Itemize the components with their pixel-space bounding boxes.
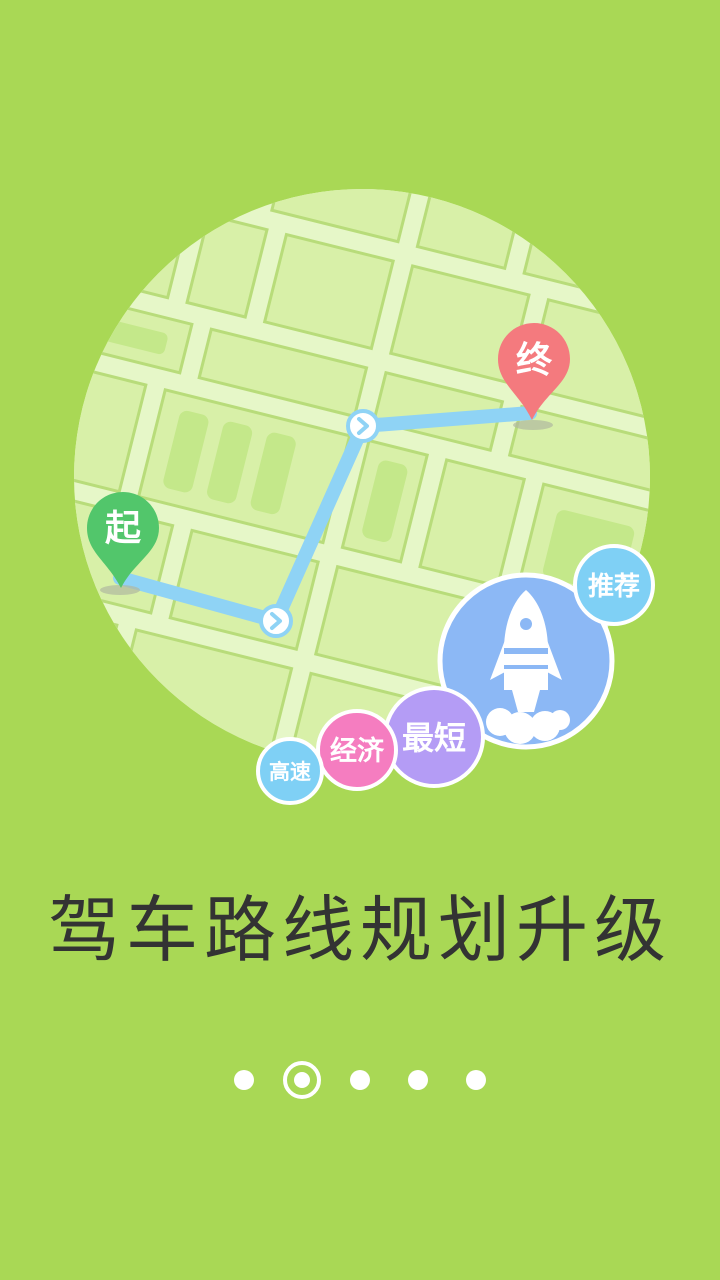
route-option-highway[interactable]: 高速 [256,737,324,805]
page-dot[interactable] [331,1060,389,1100]
route-option-shortest[interactable]: 最短 [383,686,485,788]
end-pin-label: 终 [516,340,553,381]
map-illustration: 起 终 推荐 最短 经济 高速 [74,189,655,805]
page-indicator [0,1060,720,1100]
start-pin-label: 起 [105,508,142,549]
route-option-recommended[interactable]: 推荐 [573,544,655,626]
page-dot[interactable] [389,1060,447,1100]
page-dot[interactable] [447,1060,505,1100]
waypoint-marker [346,409,380,443]
route-option-label: 推荐 [588,572,640,602]
page-title: 驾车路线规划升级 [47,888,672,972]
route-option-label: 经济 [330,735,385,767]
waypoint-marker [259,604,293,638]
page-dot[interactable] [215,1060,273,1100]
route-planning-illustration: 起 终 推荐 最短 经济 高速 [0,0,720,840]
onboarding-screen: 起 终 推荐 最短 经济 高速 驾车路线规划升级 [0,0,720,1280]
route-option-economy[interactable]: 经济 [316,709,398,791]
page-dot-active[interactable] [273,1060,331,1100]
route-option-label: 最短 [402,719,466,757]
route-option-label: 高速 [269,760,311,784]
